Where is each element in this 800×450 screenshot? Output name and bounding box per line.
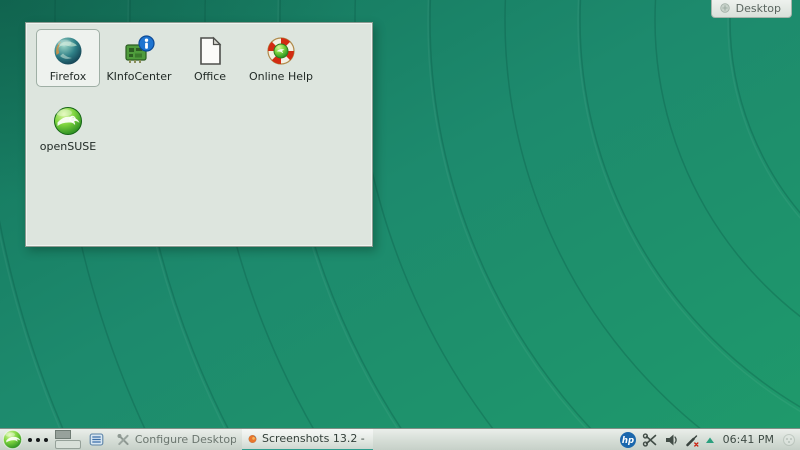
dot bbox=[44, 438, 48, 442]
task-label: Screenshots 13.2 - openSUSE bbox=[262, 432, 367, 445]
task-button-screenshots[interactable]: Screenshots 13.2 - openSUSE bbox=[242, 429, 373, 450]
configure-desktop-icon bbox=[117, 433, 130, 446]
office-icon bbox=[193, 34, 227, 68]
task-button-configure-desktop[interactable]: Configure Desktop bbox=[111, 429, 242, 450]
dot bbox=[28, 438, 32, 442]
volume-icon[interactable] bbox=[663, 432, 679, 448]
hp-logo-text: hp bbox=[622, 436, 634, 446]
expand-tray-icon[interactable] bbox=[705, 435, 715, 445]
firefox-icon bbox=[51, 34, 85, 68]
icon-label: openSUSE bbox=[40, 141, 96, 153]
desktop-toolbox-label: Desktop bbox=[736, 2, 781, 15]
icon-label: KInfoCenter bbox=[106, 71, 171, 83]
desktop-icon-online-help[interactable]: Online Help bbox=[249, 29, 313, 87]
klipper-scissors-icon[interactable] bbox=[642, 432, 658, 448]
application-launcher-button[interactable] bbox=[2, 429, 23, 450]
task-label: Configure Desktop bbox=[135, 433, 236, 446]
input-tool-disabled-icon[interactable] bbox=[684, 432, 700, 448]
kinfocenter-icon bbox=[122, 34, 156, 68]
folder-view-row-2: openSUSE bbox=[36, 99, 107, 157]
pager-desktop-1[interactable] bbox=[55, 430, 71, 439]
icon-label: Office bbox=[194, 71, 226, 83]
desktop-root: { "desktop_button": { "label": "Desktop"… bbox=[0, 0, 800, 450]
window-list-icon[interactable] bbox=[89, 432, 104, 447]
desktop-toolbox-button[interactable]: Desktop bbox=[711, 0, 792, 18]
clock[interactable]: 06:41 PM bbox=[723, 433, 774, 446]
hp-logo-icon[interactable]: hp bbox=[619, 431, 637, 449]
virtual-desktop-pager[interactable] bbox=[55, 430, 82, 449]
plasma-toolbox-icon bbox=[719, 2, 731, 14]
desktop-icon-office[interactable]: Office bbox=[178, 29, 242, 87]
desktop-icon-kinfocenter[interactable]: KInfoCenter bbox=[107, 29, 171, 87]
folder-view-row-1: Firefox KInfoCenter O bbox=[36, 29, 320, 87]
firefox-task-icon bbox=[248, 432, 257, 446]
system-tray: hp 06:41 PM bbox=[619, 431, 800, 449]
pager-desktop-2[interactable] bbox=[55, 440, 81, 449]
panel-toolbox-icon[interactable] bbox=[782, 433, 796, 447]
icon-label: Firefox bbox=[50, 71, 86, 83]
quicklaunch-dots[interactable] bbox=[28, 438, 48, 442]
taskbar-panel: Configure Desktop Screenshots 13.2 - ope… bbox=[0, 428, 800, 450]
desktop-icon-opensuse[interactable]: openSUSE bbox=[36, 99, 100, 157]
folder-view-widget: Firefox KInfoCenter O bbox=[25, 22, 373, 247]
icon-label: Online Help bbox=[249, 71, 313, 83]
desktop-icon-firefox[interactable]: Firefox bbox=[36, 29, 100, 87]
opensuse-icon bbox=[51, 104, 85, 138]
online-help-icon bbox=[264, 34, 298, 68]
dot bbox=[36, 438, 40, 442]
